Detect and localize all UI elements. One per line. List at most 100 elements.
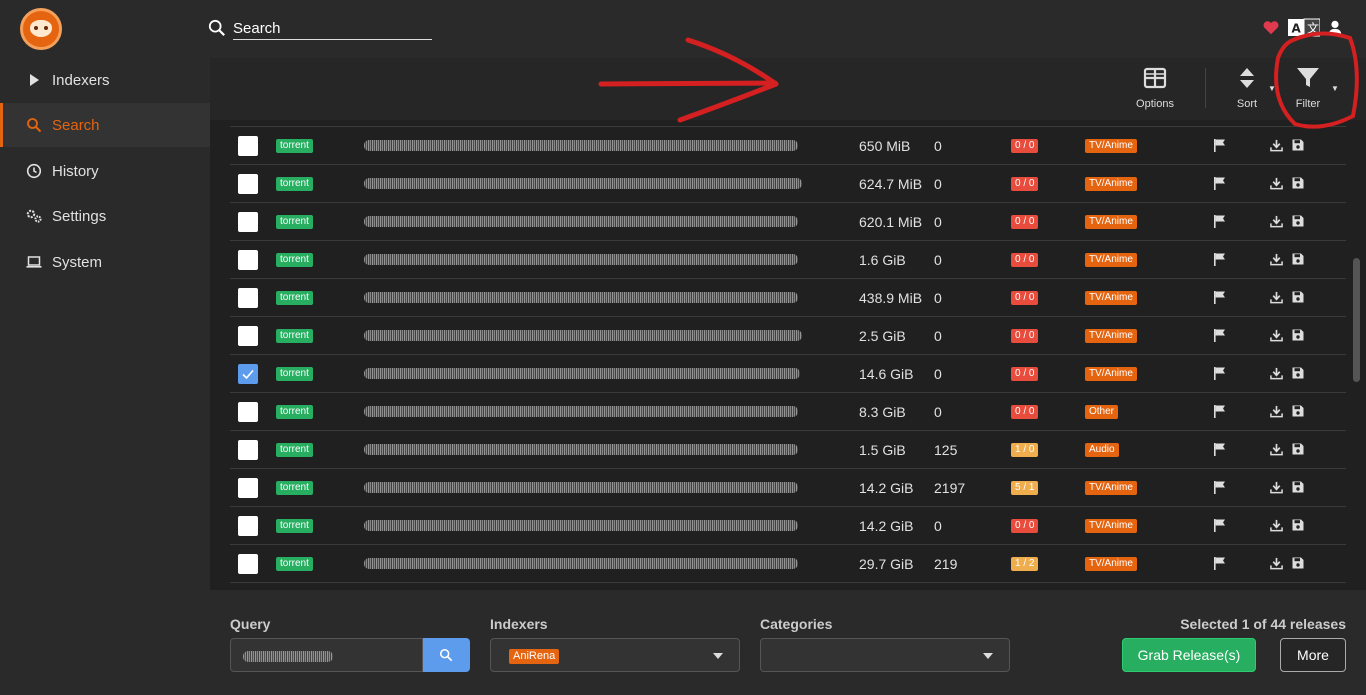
- categories-select[interactable]: [760, 638, 1010, 672]
- row-checkbox[interactable]: [238, 250, 258, 270]
- table-row[interactable]: torrent 14.6 GiB 0 0 / 0 TV/Anime: [230, 355, 1346, 393]
- release-title-redacted[interactable]: [364, 444, 798, 455]
- save-icon[interactable]: [1292, 177, 1304, 189]
- flag-icon[interactable]: [1213, 442, 1227, 456]
- row-checkbox[interactable]: [238, 478, 258, 498]
- download-icon[interactable]: [1270, 177, 1283, 190]
- search-input[interactable]: [233, 18, 432, 40]
- flag-icon[interactable]: [1213, 404, 1227, 418]
- more-button[interactable]: More: [1280, 638, 1346, 672]
- sidebar-item-history[interactable]: History: [0, 149, 210, 193]
- save-icon[interactable]: [1292, 291, 1304, 303]
- row-checkbox[interactable]: [238, 288, 258, 308]
- table-row[interactable]: torrent 29.7 GiB 219 1 / 2 TV/Anime: [230, 545, 1346, 583]
- row-checkbox[interactable]: [238, 554, 258, 574]
- flag-icon[interactable]: [1213, 556, 1227, 570]
- flag-icon[interactable]: [1213, 366, 1227, 380]
- toolbar-separator: [1205, 68, 1206, 108]
- save-icon[interactable]: [1292, 519, 1304, 531]
- row-checkbox[interactable]: [238, 440, 258, 460]
- release-title-redacted[interactable]: [364, 178, 802, 189]
- save-icon[interactable]: [1292, 405, 1304, 417]
- table-scrollbar[interactable]: [1353, 258, 1360, 382]
- save-icon[interactable]: [1292, 557, 1304, 569]
- release-title-redacted[interactable]: [364, 558, 798, 569]
- grab-releases-button[interactable]: Grab Release(s): [1122, 638, 1256, 672]
- release-title-redacted[interactable]: [364, 254, 798, 265]
- selection-status: Selected 1 of 44 releases: [1180, 616, 1346, 632]
- flag-icon[interactable]: [1213, 518, 1227, 532]
- query-input[interactable]: [230, 638, 423, 672]
- sidebar-item-settings[interactable]: Settings: [0, 194, 210, 238]
- table-row[interactable]: torrent 14.2 GiB 2197 5 / 1 TV/Anime: [230, 469, 1346, 507]
- table-row[interactable]: torrent 650 MiB 0 0 / 0 TV/Anime: [230, 127, 1346, 165]
- sidebar-item-system[interactable]: System: [0, 240, 210, 284]
- save-icon[interactable]: [1292, 481, 1304, 493]
- save-icon[interactable]: [1292, 139, 1304, 151]
- filter-button[interactable]: Filter: [1292, 66, 1324, 116]
- save-icon[interactable]: [1292, 329, 1304, 341]
- flag-icon[interactable]: [1213, 138, 1227, 152]
- release-title-redacted[interactable]: [364, 140, 798, 151]
- sidebar-item-indexers[interactable]: Indexers: [0, 58, 210, 102]
- release-grabs: 0: [934, 252, 942, 268]
- row-checkbox[interactable]: [238, 364, 258, 384]
- release-title-redacted[interactable]: [364, 482, 798, 493]
- download-icon[interactable]: [1270, 481, 1283, 494]
- table-row[interactable]: torrent 1.5 GiB 125 1 / 0 Audio: [230, 431, 1346, 469]
- download-icon[interactable]: [1270, 139, 1283, 152]
- download-icon[interactable]: [1270, 215, 1283, 228]
- indexers-select[interactable]: AniRena: [490, 638, 740, 672]
- flag-icon[interactable]: [1213, 480, 1227, 494]
- heart-icon[interactable]: [1262, 18, 1280, 38]
- row-checkbox[interactable]: [238, 402, 258, 422]
- release-title-redacted[interactable]: [364, 292, 798, 303]
- save-icon[interactable]: [1292, 443, 1304, 455]
- release-size: 624.7 MiB: [859, 176, 923, 192]
- download-icon[interactable]: [1270, 443, 1283, 456]
- row-checkbox[interactable]: [238, 516, 258, 536]
- download-icon[interactable]: [1270, 405, 1283, 418]
- save-icon[interactable]: [1292, 253, 1304, 265]
- release-grabs: 0: [934, 366, 942, 382]
- flag-icon[interactable]: [1213, 214, 1227, 228]
- save-icon[interactable]: [1292, 215, 1304, 227]
- download-icon[interactable]: [1270, 329, 1283, 342]
- table-row[interactable]: torrent 624.7 MiB 0 0 / 0 TV/Anime: [230, 165, 1346, 203]
- table-row[interactable]: torrent 2.5 GiB 0 0 / 0 TV/Anime: [230, 317, 1346, 355]
- sort-button[interactable]: Sort: [1234, 66, 1260, 116]
- download-icon[interactable]: [1270, 519, 1283, 532]
- release-title-redacted[interactable]: [364, 520, 798, 531]
- download-icon[interactable]: [1270, 291, 1283, 304]
- release-title-redacted[interactable]: [364, 216, 798, 227]
- row-checkbox[interactable]: [238, 212, 258, 232]
- table-row[interactable]: torrent 438.9 MiB 0 0 / 0 TV/Anime: [230, 279, 1346, 317]
- table-row[interactable]: torrent 8.3 GiB 0 0 / 0 Other: [230, 393, 1346, 431]
- table-row[interactable]: torrent 620.1 MiB 0 0 / 0 TV/Anime: [230, 203, 1346, 241]
- table-row[interactable]: torrent 1.6 GiB 0 0 / 0 TV/Anime: [230, 241, 1346, 279]
- query-search-button[interactable]: [423, 638, 470, 672]
- flag-icon[interactable]: [1213, 176, 1227, 190]
- release-title-redacted[interactable]: [364, 368, 800, 379]
- app-logo[interactable]: [20, 8, 62, 50]
- save-icon[interactable]: [1292, 367, 1304, 379]
- flag-icon[interactable]: [1213, 252, 1227, 266]
- release-title-redacted[interactable]: [364, 406, 798, 417]
- sidebar-item-search[interactable]: Search: [0, 103, 210, 147]
- indexer-tag: AniRena: [509, 649, 560, 664]
- options-button[interactable]: Options: [1132, 66, 1178, 116]
- global-search: [208, 18, 433, 40]
- download-icon[interactable]: [1270, 253, 1283, 266]
- release-title-redacted[interactable]: [364, 330, 802, 341]
- user-icon[interactable]: [1326, 18, 1344, 38]
- page-header: A 文: [0, 0, 1366, 58]
- download-icon[interactable]: [1270, 557, 1283, 570]
- table-row[interactable]: torrent 14.2 GiB 0 0 / 0 TV/Anime: [230, 507, 1346, 545]
- row-checkbox[interactable]: [238, 174, 258, 194]
- download-icon[interactable]: [1270, 367, 1283, 380]
- flag-icon[interactable]: [1213, 328, 1227, 342]
- flag-icon[interactable]: [1213, 290, 1227, 304]
- row-checkbox[interactable]: [238, 326, 258, 346]
- row-checkbox[interactable]: [238, 136, 258, 156]
- translate-icon[interactable]: A 文: [1288, 18, 1320, 38]
